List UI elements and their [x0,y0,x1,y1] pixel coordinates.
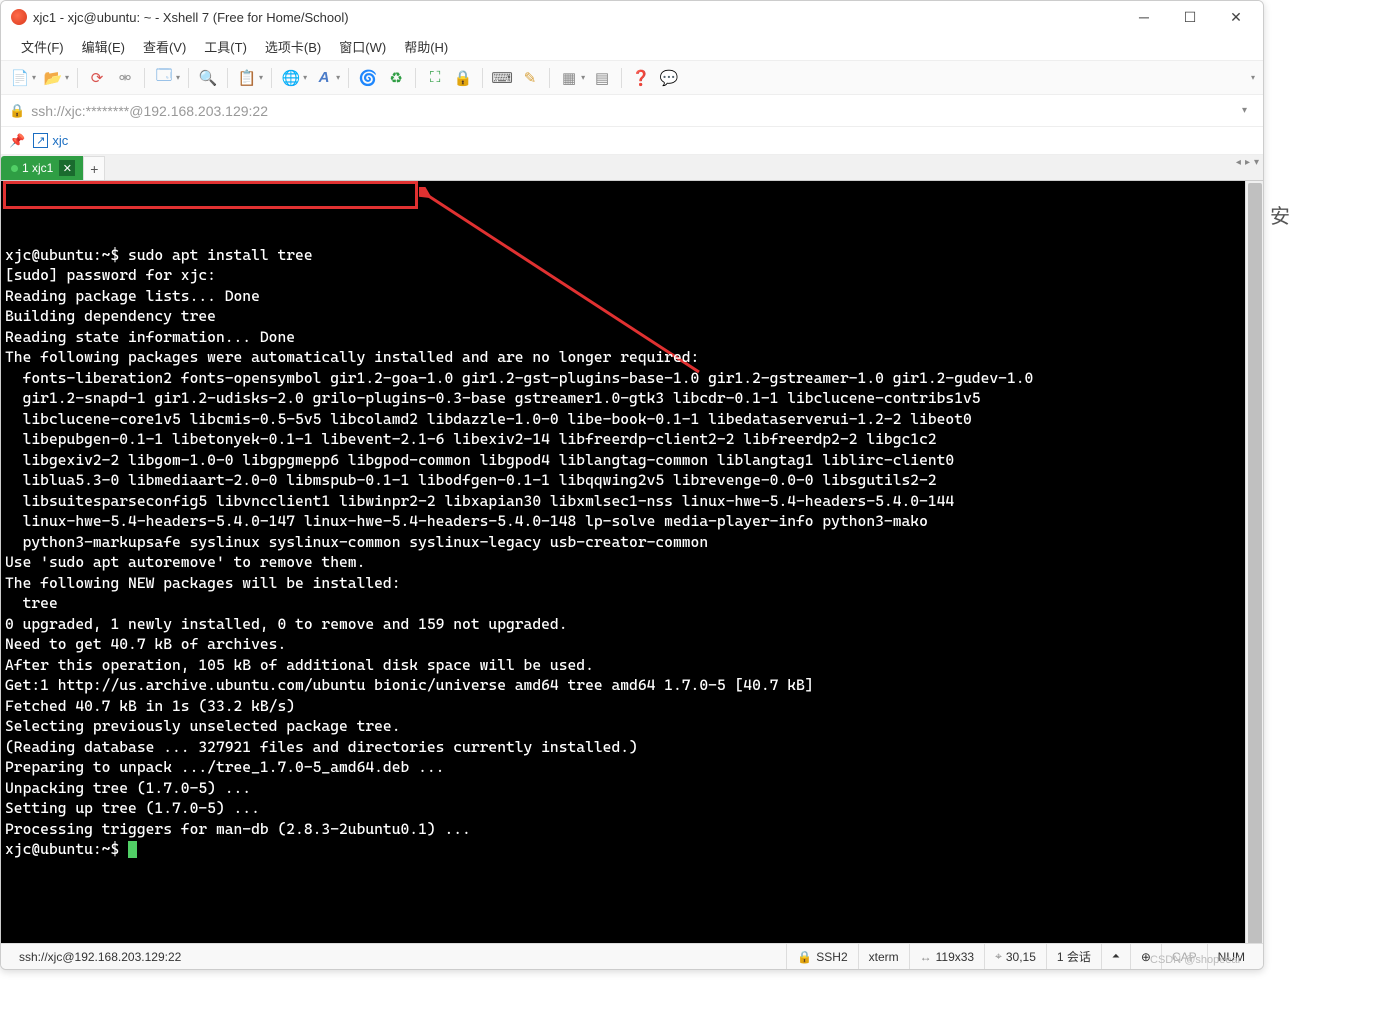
layout-icon[interactable]: ▤ [589,65,615,91]
search-icon[interactable]: 🔍 [195,65,221,91]
app-window: xjc1 - xjc@ubuntu: ~ - Xshell 7 (Free fo… [0,0,1264,970]
address-text[interactable]: ssh://xjc:********@192.168.203.129:22 [31,103,1234,119]
menu-tabs[interactable]: 选项卡(B) [257,34,329,59]
session-bar: 📌 ↗ xjc [1,127,1263,155]
titlebar-left: xjc1 - xjc@ubuntu: ~ - Xshell 7 (Free fo… [11,9,349,25]
tab-add-button[interactable]: + [83,156,105,180]
copy-icon[interactable]: 📋 [234,65,260,91]
tab-label: 1 xjc1 [22,161,53,175]
app-icon [11,9,27,25]
new-session-icon[interactable]: 📄 [7,65,33,91]
menubar: 文件(F) 编辑(E) 查看(V) 工具(T) 选项卡(B) 窗口(W) 帮助(… [1,33,1263,61]
resize-icon: ↔ [920,950,932,964]
menu-help[interactable]: 帮助(H) [396,34,456,59]
menu-tools[interactable]: 工具(T) [196,34,255,59]
tab-close-icon[interactable]: ✕ [59,160,75,176]
lock-icon: 🔒 [9,103,25,119]
status-bar: ssh://xjc@192.168.203.129:22 🔒SSH2 xterm… [1,943,1263,969]
grid-icon[interactable]: ▦ [556,65,582,91]
globe-icon[interactable]: 🌐 [278,65,304,91]
status-connection: ssh://xjc@192.168.203.129:22 [9,944,191,969]
window-controls: ─ ☐ ✕ [1121,2,1259,32]
session-shortcut[interactable]: ↗ xjc [33,133,68,148]
tab-list-icon[interactable]: ▾ [1254,157,1259,168]
tab-prev-icon[interactable]: ◂ [1236,157,1241,168]
tab-next-icon[interactable]: ▸ [1245,157,1250,168]
disconnect-icon[interactable]: ⚮ [112,65,138,91]
help-icon[interactable]: ❓ [628,65,654,91]
address-dropdown-icon[interactable]: ▾ [1234,105,1255,116]
menu-edit[interactable]: 编辑(E) [74,34,133,59]
tab-xjc1[interactable]: 1 xjc1 ✕ [1,156,83,180]
menu-view[interactable]: 查看(V) [135,34,194,59]
titlebar: xjc1 - xjc@ubuntu: ~ - Xshell 7 (Free fo… [1,1,1263,33]
session-shortcut-label: xjc [52,133,68,148]
terminal-scrollbar[interactable] [1245,181,1263,943]
terminal[interactable]: xjc@ubuntu:~$ sudo apt install tree [sud… [1,181,1263,943]
status-termtype: xterm [858,944,909,969]
properties-icon[interactable]: 🗔 [151,65,177,91]
status-cursor: ⌖30,15 [984,944,1046,969]
status-caret-up-icon[interactable]: ⏶ [1101,944,1130,969]
tab-nav: ◂ ▸ ▾ [1236,157,1259,168]
chat-icon[interactable]: 💬 [656,65,682,91]
cropped-text: 安 [1270,200,1290,229]
expand-icon[interactable]: ⛶ [422,65,448,91]
refresh-green-icon[interactable]: ♻ [383,65,409,91]
spiral-icon[interactable]: 🌀 [355,65,381,91]
window-title: xjc1 - xjc@ubuntu: ~ - Xshell 7 (Free fo… [33,10,349,25]
keyboard-icon[interactable]: ⌨ [489,65,515,91]
watermark: CSDN @shopeeai [1150,954,1240,966]
annotation-highlight-box [3,181,418,209]
terminal-prompt-1: xjc@ubuntu:~$ [5,246,119,264]
highlight-icon[interactable]: ✎ [517,65,543,91]
open-folder-icon[interactable]: 📂 [40,65,66,91]
menu-window[interactable]: 窗口(W) [331,34,394,59]
toolbar-overflow-icon[interactable]: ▾ [1251,73,1255,82]
close-button[interactable]: ✕ [1213,2,1259,32]
tab-bar: 1 xjc1 ✕ + ◂ ▸ ▾ [1,155,1263,181]
maximize-button[interactable]: ☐ [1167,2,1213,32]
status-sessions: 1 会话 [1046,944,1101,969]
status-size: ↔119x33 [909,944,984,969]
terminal-prompt-2: xjc@ubuntu:~$ [5,840,128,858]
status-protocol: 🔒SSH2 [786,944,857,969]
toolbar: 📄▾ 📂▾ ⟳ ⚮ 🗔▾ 🔍 📋▾ 🌐▾ A▾ 🌀 ♻ ⛶ 🔒 ⌨ ✎ ▦▾ ▤… [1,61,1263,95]
reconnect-icon[interactable]: ⟳ [84,65,110,91]
terminal-cursor-icon [128,841,137,858]
scrollbar-thumb[interactable] [1248,183,1262,943]
address-bar: 🔒 ssh://xjc:********@192.168.203.129:22 … [1,95,1263,127]
lock-small-icon: 🔒 [797,950,812,964]
location-icon: ⌖ [995,949,1002,964]
terminal-output: [sudo] password for xjc: Reading package… [5,266,1033,838]
font-icon[interactable]: A [311,65,337,91]
minimize-button[interactable]: ─ [1121,2,1167,32]
session-box-icon: ↗ [33,133,48,148]
tab-status-dot-icon [11,165,18,172]
menu-file[interactable]: 文件(F) [13,34,72,59]
lock-icon[interactable]: 🔒 [450,65,476,91]
pin-icon[interactable]: 📌 [9,133,25,149]
terminal-command: sudo apt install tree [119,246,312,264]
